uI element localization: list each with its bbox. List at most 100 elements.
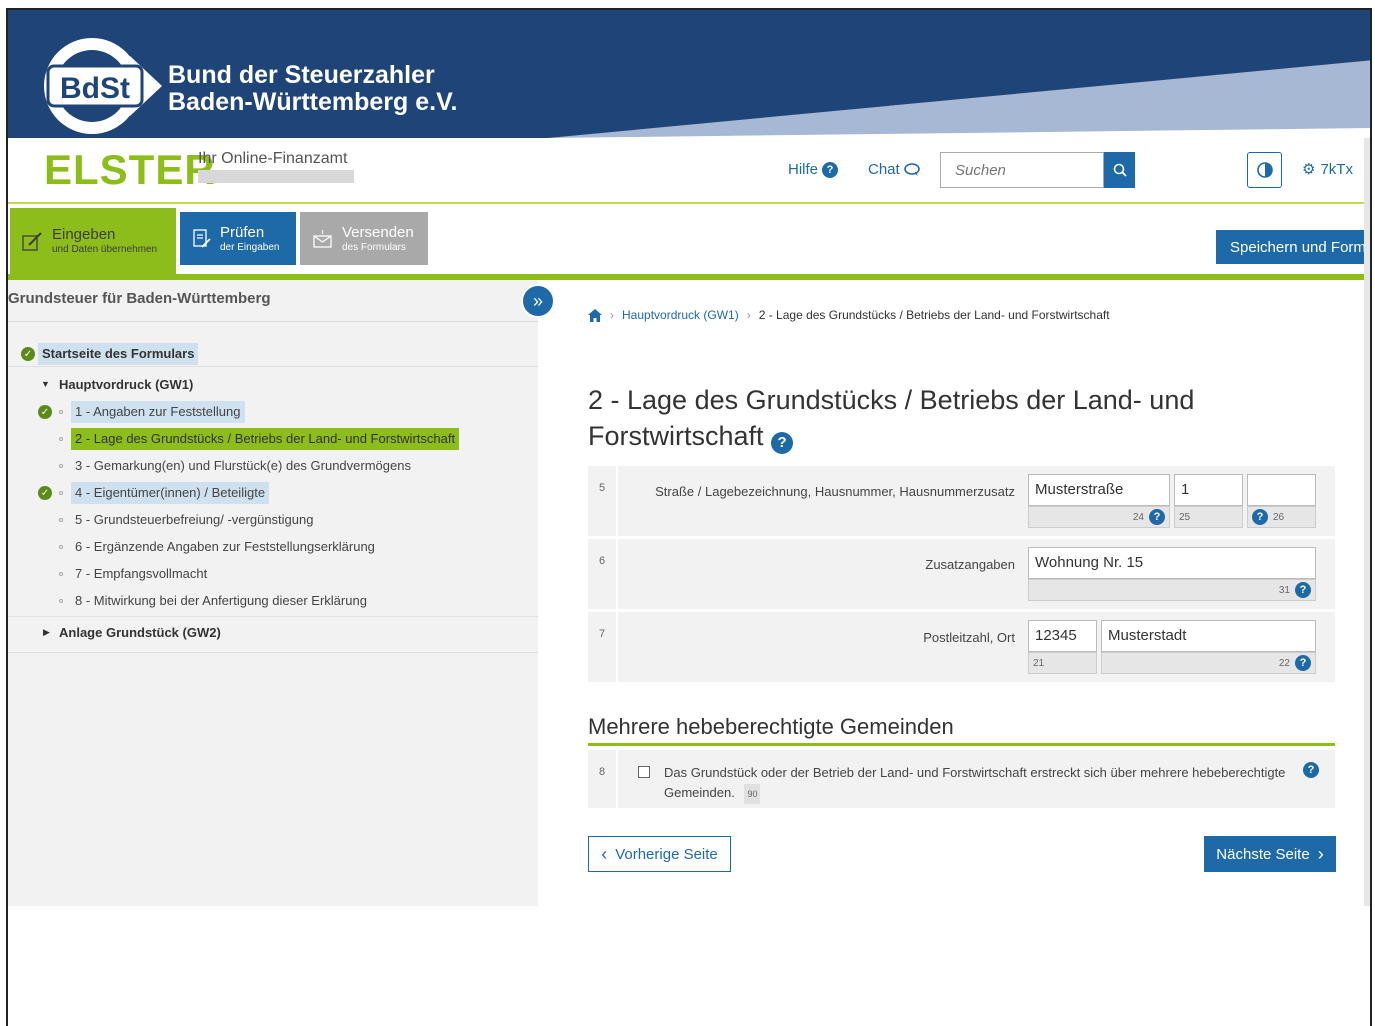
row-number: 6 (588, 539, 618, 609)
search-input[interactable] (940, 152, 1104, 188)
sidebar-item-label: 6 - Ergänzende Angaben zur Feststellungs… (75, 539, 375, 554)
field-code: 24 (1132, 511, 1144, 523)
tab-eingeben[interactable]: Eingeben und Daten übernehmen (10, 208, 176, 274)
previous-page-label: Vorherige Seite (615, 845, 718, 863)
row-number: 5 (588, 466, 618, 536)
checkbox-label: Das Grundstück oder der Betrieb der Land… (664, 763, 1294, 804)
section-heading: Mehrere hebeberechtigte Gemeinden (588, 714, 954, 739)
home-icon[interactable] (588, 308, 602, 322)
form-row-5: 5 Straße / Lagebezeichnung, Hausnummer, … (588, 466, 1335, 536)
sidebar-item-1[interactable]: ✓ 1 - Angaben zur Feststellung (8, 398, 538, 425)
search-icon (1113, 163, 1127, 177)
collapse-sidebar-button[interactable]: » (521, 284, 555, 318)
help-icon[interactable]: ? (1252, 509, 1268, 525)
help-icon[interactable]: ? (771, 432, 794, 454)
zip-field-info: 21 (1028, 652, 1097, 674)
bdst-title-line1: Bund der Steuerzahler (168, 61, 435, 89)
field-code: 21 (1033, 657, 1045, 669)
sidebar-item-label: 3 - Gemarkung(en) und Flurstück(e) des G… (75, 458, 411, 473)
field-code: 25 (1179, 511, 1191, 523)
tab-pruefen-sub: der Eingaben (220, 241, 280, 253)
city-input[interactable]: Musterstadt (1101, 620, 1316, 652)
bullet-icon (59, 491, 63, 495)
sidebar-item-7[interactable]: 7 - Empfangsvollmacht (8, 560, 538, 587)
row-number: 7 (588, 612, 618, 682)
zip-city-label: Postleitzahl, Ort (923, 630, 1015, 645)
bullet-icon (59, 437, 63, 441)
help-icon: ? (822, 161, 839, 178)
next-page-label: Nächste Seite (1216, 845, 1310, 863)
bdst-logo: BdSt (44, 38, 162, 134)
sidebar-item-8[interactable]: 8 - Mitwirkung bei der Anfertigung diese… (8, 587, 538, 617)
next-page-button[interactable]: Nächste Seite › (1204, 836, 1336, 872)
triangle-right-icon: ▶ (43, 627, 50, 637)
sidebar-item-label: 5 - Grundsteuerbefreiung/ -vergünstigung (75, 512, 314, 527)
help-link[interactable]: Hilfe ? (788, 161, 839, 178)
help-icon[interactable]: ? (1295, 582, 1311, 598)
sidebar-item-2[interactable]: 2 - Lage des Grundstücks / Betriebs der … (8, 425, 538, 452)
sidebar-item-3[interactable]: 3 - Gemarkung(en) und Flurstück(e) des G… (8, 452, 538, 479)
chat-link[interactable]: Chat (868, 161, 920, 178)
house-number-input[interactable]: 1 (1174, 474, 1243, 506)
breadcrumb-current: 2 - Lage des Grundstücks / Betriebs der … (758, 308, 1110, 322)
city-field-info: 22 ? (1101, 652, 1316, 674)
sidebar-item-label: 4 - Eigentümer(innen) / Beteiligte (71, 482, 270, 504)
check-circle-icon: ✓ (21, 347, 35, 361)
bdst-title: Bund der Steuerzahler Baden-Württemberg … (168, 62, 457, 116)
tab-versenden[interactable]: Versenden des Formulars (300, 212, 428, 265)
suffix-field-info: ? 26 (1247, 506, 1316, 528)
tab-eingeben-sub: und Daten übernehmen (52, 244, 158, 255)
chevron-right-icon: › (1317, 843, 1324, 864)
sidebar-item-6[interactable]: 6 - Ergänzende Angaben zur Feststellungs… (8, 533, 538, 560)
breadcrumb-link-gw1[interactable]: Hauptvordruck (GW1) (622, 308, 739, 322)
bullet-icon (59, 545, 63, 549)
field-code: 26 (1273, 511, 1285, 523)
blank-bottom-area (8, 906, 1370, 1026)
sidebar-group-gw1[interactable]: ▼ Hauptvordruck (GW1) (8, 371, 538, 398)
field-code: 90 (744, 784, 761, 804)
edit-icon (22, 232, 42, 251)
help-icon[interactable]: ? (1303, 762, 1319, 778)
tab-versenden-label: Versenden (342, 223, 414, 241)
search-button[interactable] (1104, 152, 1135, 188)
form-row-8: 8 Das Grundstück oder der Betrieb der La… (588, 750, 1335, 808)
additional-info-input[interactable]: Wohnung Nr. 15 (1028, 547, 1316, 579)
additional-info-label: Zusatzangaben (925, 557, 1015, 572)
check-circle-icon: ✓ (38, 486, 52, 500)
triangle-down-icon: ▼ (41, 379, 50, 389)
sidebar-item-5[interactable]: 5 - Grundsteuerbefreiung/ -vergünstigung (8, 506, 538, 533)
help-label: Hilfe (788, 161, 819, 178)
help-icon[interactable]: ? (1295, 655, 1311, 671)
multiple-municipalities-checkbox[interactable] (638, 766, 650, 778)
sidebar-divider (8, 321, 538, 322)
screenshot-frame: BdSt Bund der Steuerzahler Baden-Württem… (6, 8, 1372, 1026)
chevron-left-icon: ‹ (601, 843, 608, 864)
sidebar-item-label: 1 - Angaben zur Feststellung (71, 401, 245, 423)
help-icon[interactable]: ? (1149, 509, 1165, 525)
user-id: 7kTx (1320, 160, 1353, 178)
tab-pruefen[interactable]: Prüfen der Eingaben (180, 212, 296, 265)
sidebar-group-gw2[interactable]: ▶ Anlage Grundstück (GW2) (8, 619, 538, 653)
field-code: 22 (1278, 657, 1290, 669)
contrast-button[interactable] (1247, 152, 1282, 188)
bdst-logo-text: BdSt (60, 72, 130, 105)
bullet-icon (59, 518, 63, 522)
street-input[interactable]: Musterstraße (1028, 474, 1170, 506)
save-and-close-button[interactable]: Speichern und Formular schließen (1216, 230, 1364, 264)
chat-label: Chat (868, 161, 900, 178)
user-menu[interactable]: ⚙ 7kTx (1302, 160, 1353, 179)
field-code: 31 (1278, 584, 1290, 596)
sidebar-item-start[interactable]: ✓ Startseite des Formulars (8, 340, 538, 367)
elster-logo[interactable]: ELSTER (44, 146, 216, 194)
elster-subtitle-bar (198, 170, 354, 183)
workflow-bar: Eingeben und Daten übernehmen Prüfen der… (8, 206, 1364, 280)
envelope-icon (313, 229, 332, 248)
chevron-right-icon: › (746, 308, 751, 322)
house-number-suffix-input[interactable] (1247, 474, 1316, 506)
page-title: 2 - Lage des Grundstücks / Betriebs der … (588, 382, 1268, 454)
additional-info-field-info: 31 ? (1028, 579, 1316, 601)
previous-page-button[interactable]: ‹ Vorherige Seite (588, 836, 731, 872)
sidebar-item-label: 8 - Mitwirkung bei der Anfertigung diese… (75, 593, 367, 608)
zip-input[interactable]: 12345 (1028, 620, 1097, 652)
sidebar-item-4[interactable]: ✓ 4 - Eigentümer(innen) / Beteiligte (8, 479, 538, 506)
